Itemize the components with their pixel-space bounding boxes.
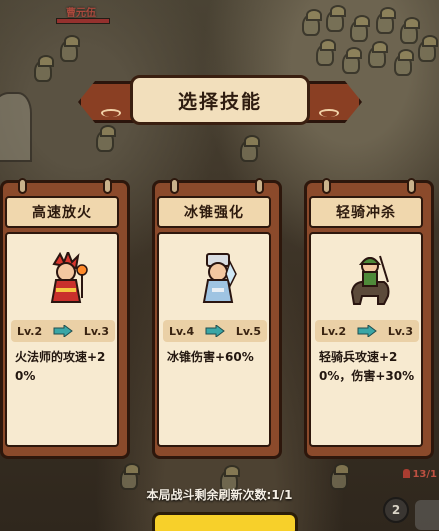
banner-plate: 选择技能 — [130, 75, 310, 125]
top-unit-hp-bar — [56, 18, 110, 24]
enemy-soldier — [376, 7, 396, 34]
skill-description: 火法师的攻速+20% — [15, 350, 106, 383]
card-header: 轻骑冲杀 — [309, 196, 423, 228]
refresh-button[interactable] — [152, 512, 298, 531]
arrow-right-icon — [205, 325, 225, 337]
fire-mage-icon — [44, 249, 88, 308]
enemy-soldier — [350, 15, 370, 42]
enemy-soldier — [240, 135, 260, 162]
skill-description: 轻骑兵攻速+20%，伤害+30% — [319, 350, 415, 383]
level-to: Lv.5 — [235, 324, 261, 338]
card-header: 冰锥强化 — [157, 196, 271, 228]
unit-counter-text: 13/1 — [412, 469, 437, 480]
level-from: Lv.4 — [169, 324, 195, 338]
card-body: Lv.2 Lv.3 火法师的攻速+20% — [5, 232, 119, 447]
unit-counter: 13/1 — [403, 469, 437, 480]
swirl-icon — [101, 109, 121, 117]
level-from: Lv.2 — [321, 324, 347, 338]
skill-card-3[interactable]: 轻骑冲杀 Lv.2 Lv.3 轻骑兵攻速+20%，伤害+30% — [304, 178, 434, 459]
enemy-soldier — [418, 35, 438, 62]
card-header: 高速放火 — [5, 196, 119, 228]
refresh-remaining-text: 本局战斗剩余刷新次数:1/1 — [146, 488, 293, 502]
enemy-soldier — [60, 35, 80, 62]
level-bar: Lv.2 Lv.3 — [315, 320, 419, 342]
dialog-title-banner: 选择技能 — [78, 71, 362, 127]
dialog-title: 选择技能 — [177, 90, 262, 113]
level-bar: Lv.2 Lv.3 — [11, 320, 115, 342]
card-body: Lv.4 Lv.5 冰锥伤害+60% — [157, 232, 271, 447]
ice-mage-icon — [196, 252, 240, 308]
enemy-soldier — [316, 39, 336, 66]
level-bar: Lv.4 Lv.5 — [163, 320, 267, 342]
skill-card-1[interactable]: 高速放火 Lv.2 Lv.3 火法师的攻速+20% — [0, 178, 130, 459]
enemy-soldier — [302, 9, 322, 36]
card-ring — [322, 178, 331, 194]
card-ring — [170, 178, 179, 194]
corner-badge[interactable]: 2 — [383, 497, 409, 523]
card-ring — [18, 178, 27, 194]
enemy-soldier — [394, 49, 414, 76]
skill-description: 冰锥伤害+60% — [167, 350, 254, 364]
top-unit-name: 曹元伍 — [66, 8, 96, 19]
level-to: Lv.3 — [83, 324, 109, 338]
arrow-right-icon — [357, 325, 377, 337]
level-to: Lv.3 — [387, 324, 413, 338]
enemy-soldier — [34, 55, 54, 82]
skill-name: 冰锥强化 — [184, 205, 244, 221]
unit-icon — [403, 469, 411, 478]
enemy-soldier — [326, 5, 346, 32]
skill-name: 高速放火 — [32, 205, 92, 221]
light-cavalry-icon — [348, 252, 392, 308]
card-body: Lv.2 Lv.3 轻骑兵攻速+20%，伤害+30% — [309, 232, 423, 447]
swirl-icon — [319, 109, 339, 117]
arrow-right-icon — [53, 325, 73, 337]
skill-name: 轻骑冲杀 — [336, 205, 396, 221]
skill-card-2[interactable]: 冰锥强化 Lv.4 Lv.5 冰锥伤害+60% — [152, 178, 282, 459]
tent — [0, 92, 32, 162]
card-ring — [103, 178, 112, 194]
enemy-soldier — [400, 17, 420, 44]
side-tab[interactable] — [415, 500, 439, 530]
level-from: Lv.2 — [17, 324, 43, 338]
enemy-soldier — [96, 125, 116, 152]
card-ring — [255, 178, 264, 194]
card-ring — [407, 178, 416, 194]
enemy-soldier — [368, 41, 388, 68]
